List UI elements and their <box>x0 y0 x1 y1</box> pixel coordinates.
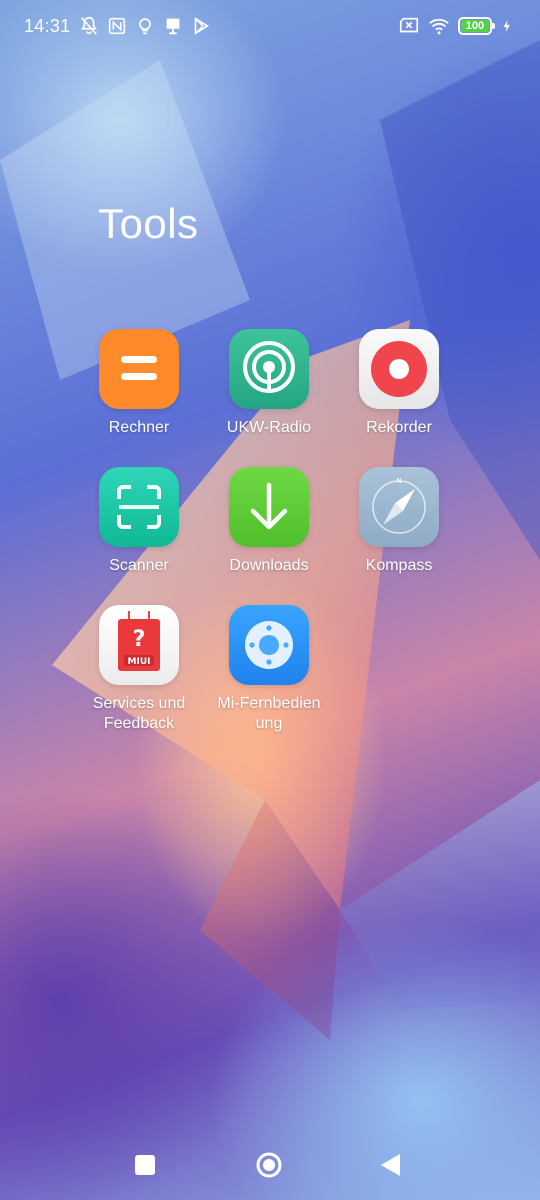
nfc-icon <box>108 17 126 35</box>
app-scanner[interactable]: Scanner <box>74 467 204 576</box>
download-icon[interactable] <box>229 467 309 547</box>
svg-text:?: ? <box>133 627 146 652</box>
app-rekorder[interactable]: Rekorder <box>334 329 464 438</box>
folder-title[interactable]: Tools <box>98 200 199 248</box>
status-left-icons <box>78 15 212 37</box>
bulb-icon <box>139 18 151 35</box>
status-time: 14:31 <box>24 16 71 36</box>
svg-text:N: N <box>396 477 401 485</box>
calculator-icon[interactable] <box>99 329 179 409</box>
home-screen: 14:31 100 Tools Rechner UKW-Radio Rekord… <box>0 0 540 1200</box>
status-right-icons: 100 <box>398 15 514 37</box>
compass-icon[interactable]: N <box>359 467 439 547</box>
app-rechner[interactable]: Rechner <box>74 329 204 438</box>
app-label: Scanner <box>109 557 169 574</box>
charging-icon <box>503 20 510 32</box>
app-label: Mi-Fernbedien ung <box>217 695 321 732</box>
svg-text:MIUI: MIUI <box>128 657 151 667</box>
monitor-icon <box>166 18 180 35</box>
square-icon <box>135 1155 155 1175</box>
app-kompass[interactable]: N Kompass <box>334 467 464 576</box>
app-label: Kompass <box>365 557 433 574</box>
back-button[interactable] <box>374 1148 408 1182</box>
wallpaper-shard <box>0 40 540 1040</box>
app-label: UKW-Radio <box>226 419 312 436</box>
app-ukw-radio[interactable]: UKW-Radio <box>204 329 334 438</box>
recorder-icon[interactable] <box>359 329 439 409</box>
app-downloads[interactable]: Downloads <box>204 467 334 576</box>
recents-button[interactable] <box>128 1148 162 1182</box>
back-triangle-icon <box>381 1154 400 1176</box>
notifications-off-icon <box>81 16 97 35</box>
battery-level: 100 <box>461 20 489 32</box>
app-label: Services und Feedback <box>92 695 186 732</box>
wifi-icon <box>429 18 449 35</box>
app-label: Rechner <box>108 419 170 436</box>
remote-control-icon[interactable] <box>229 605 309 685</box>
navigation-bar <box>0 1130 540 1200</box>
app-label: Rekorder <box>366 419 432 436</box>
app-services-feedback[interactable]: ? MIUI Services und Feedback <box>74 605 204 734</box>
home-circle-icon <box>256 1152 282 1178</box>
sim-off-icon <box>399 17 419 33</box>
play-store-icon <box>194 17 209 35</box>
home-button[interactable] <box>252 1148 286 1182</box>
app-mi-remote[interactable]: Mi-Fernbedien ung <box>204 605 334 734</box>
status-bar: 14:31 100 <box>0 0 540 56</box>
help-feedback-icon[interactable]: ? MIUI <box>99 605 179 685</box>
radio-icon[interactable] <box>229 329 309 409</box>
battery-icon: 100 <box>458 17 495 35</box>
app-label: Downloads <box>229 557 309 574</box>
scanner-icon[interactable] <box>99 467 179 547</box>
